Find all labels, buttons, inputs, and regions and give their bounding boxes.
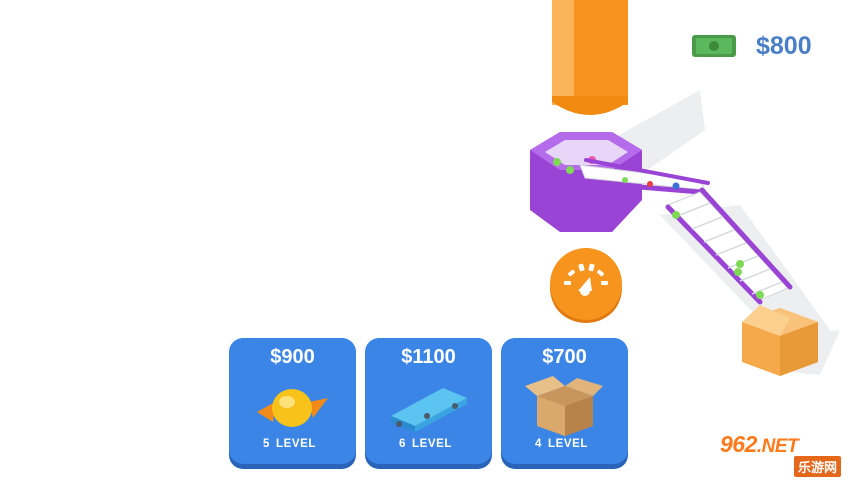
- candy-icon: [257, 389, 328, 427]
- watermark-site-name: 乐游网: [794, 456, 842, 477]
- money-amount: $800: [756, 31, 812, 60]
- box-icon: [525, 376, 603, 436]
- upgrade-level-number: 5: [262, 438, 270, 450]
- upgrade-price: $700: [542, 346, 587, 368]
- upgrade-level-label: LEVEL: [275, 438, 317, 450]
- upgrade-card-box[interactable]: $700 4 LEVEL: [501, 338, 628, 464]
- upgrade-price: $1100: [401, 346, 456, 368]
- upgrade-card-conveyor[interactable]: $1100 6 LEVEL: [365, 338, 492, 464]
- cash-icon: [692, 35, 736, 57]
- speed-boost-button[interactable]: [548, 247, 624, 323]
- upgrade-card-candy[interactable]: $900 5 LEVEL: [229, 338, 356, 464]
- upgrade-level-label: LEVEL: [547, 438, 589, 450]
- candy-pipe: [552, 0, 628, 115]
- upgrade-level-number: 4: [534, 438, 542, 450]
- upgrade-level-label: LEVEL: [411, 438, 453, 450]
- conveyor-icon: [391, 388, 467, 432]
- upgrade-cards: $900 5 LEVEL $1100 6 LEVEL $700 4 LEVEL: [229, 338, 628, 464]
- watermark-domain: .NET: [756, 436, 799, 457]
- upgrade-price: $900: [270, 346, 315, 368]
- site-watermark: 962.NET 乐游网: [714, 431, 850, 477]
- watermark-number: 962: [720, 431, 757, 457]
- money-display: $800: [690, 26, 812, 66]
- upgrade-level-number: 6: [398, 438, 406, 450]
